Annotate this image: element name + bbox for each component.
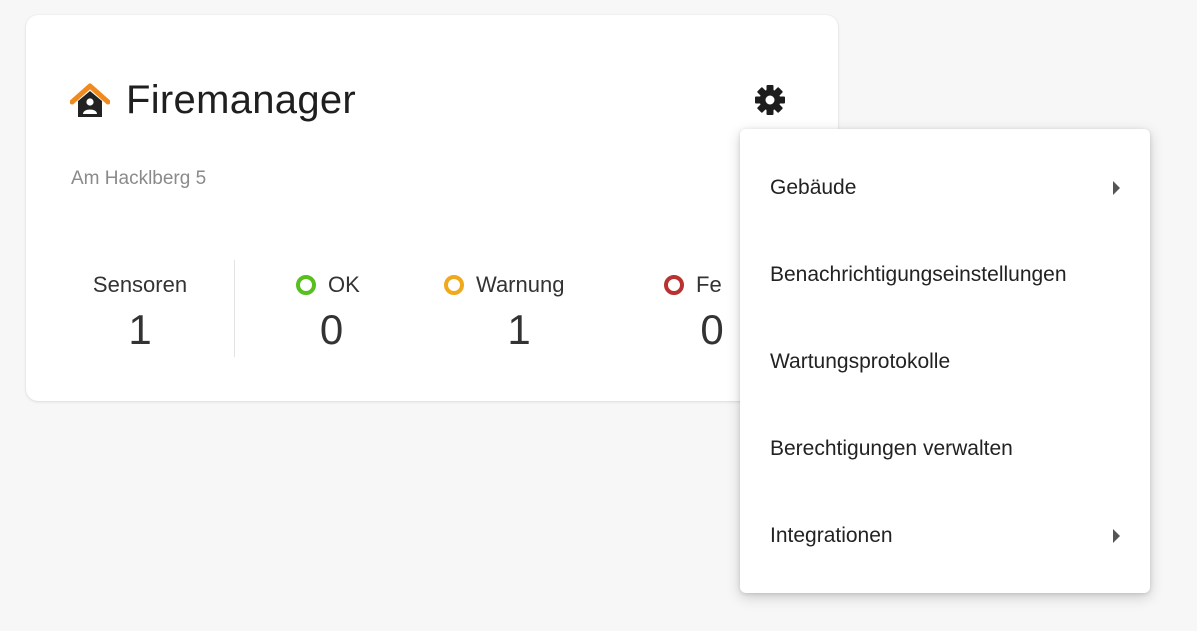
ok-stat: OK 0 (296, 270, 391, 354)
address-subtitle: Am Hacklberg 5 (71, 168, 207, 189)
warning-label: Warnung (476, 272, 565, 297)
submenu-arrow-icon (1113, 529, 1120, 543)
gear-icon[interactable] (752, 82, 788, 118)
menu-item-maintenance-logs[interactable]: Wartungsprotokolle (740, 332, 1150, 392)
menu-item-label: Wartungsprotokolle (770, 350, 951, 373)
menu-item-manage-permissions[interactable]: Berechtigungen verwalten (740, 419, 1150, 479)
menu-item-label: Berechtigungen verwalten (770, 437, 1013, 460)
ok-label: OK (328, 272, 360, 297)
warning-stat: Warnung 1 (444, 270, 614, 354)
menu-item-gebaeude[interactable]: Gebäude (740, 158, 1150, 218)
settings-dropdown-menu: Gebäude Benachrichtigungseinstellungen W… (740, 129, 1150, 593)
building-card: Firemanager Am Hacklberg 5 Sensoren 1 OK… (26, 15, 838, 401)
menu-item-label: Benachrichtigungseinstellungen (770, 263, 1067, 286)
sensors-label: Sensoren (92, 272, 188, 297)
menu-item-integrations[interactable]: Integrationen (740, 506, 1150, 566)
error-status-icon (664, 275, 684, 295)
submenu-arrow-icon (1113, 181, 1120, 195)
home-icon (69, 82, 111, 120)
warning-status-icon (444, 275, 464, 295)
ok-status-icon (296, 275, 316, 295)
card-header: Firemanager (69, 78, 357, 123)
sensors-value: 1 (128, 306, 152, 353)
ok-value: 0 (319, 306, 344, 353)
menu-item-label: Integrationen (770, 524, 893, 547)
card-title: Firemanager (126, 78, 357, 122)
stats-divider (234, 260, 235, 357)
menu-item-notification-settings[interactable]: Benachrichtigungseinstellungen (740, 245, 1150, 305)
sensors-stat: Sensoren 1 (80, 270, 200, 354)
error-label: Fe (696, 272, 722, 297)
warning-value: 1 (507, 306, 531, 353)
menu-item-label: Gebäude (770, 176, 857, 199)
